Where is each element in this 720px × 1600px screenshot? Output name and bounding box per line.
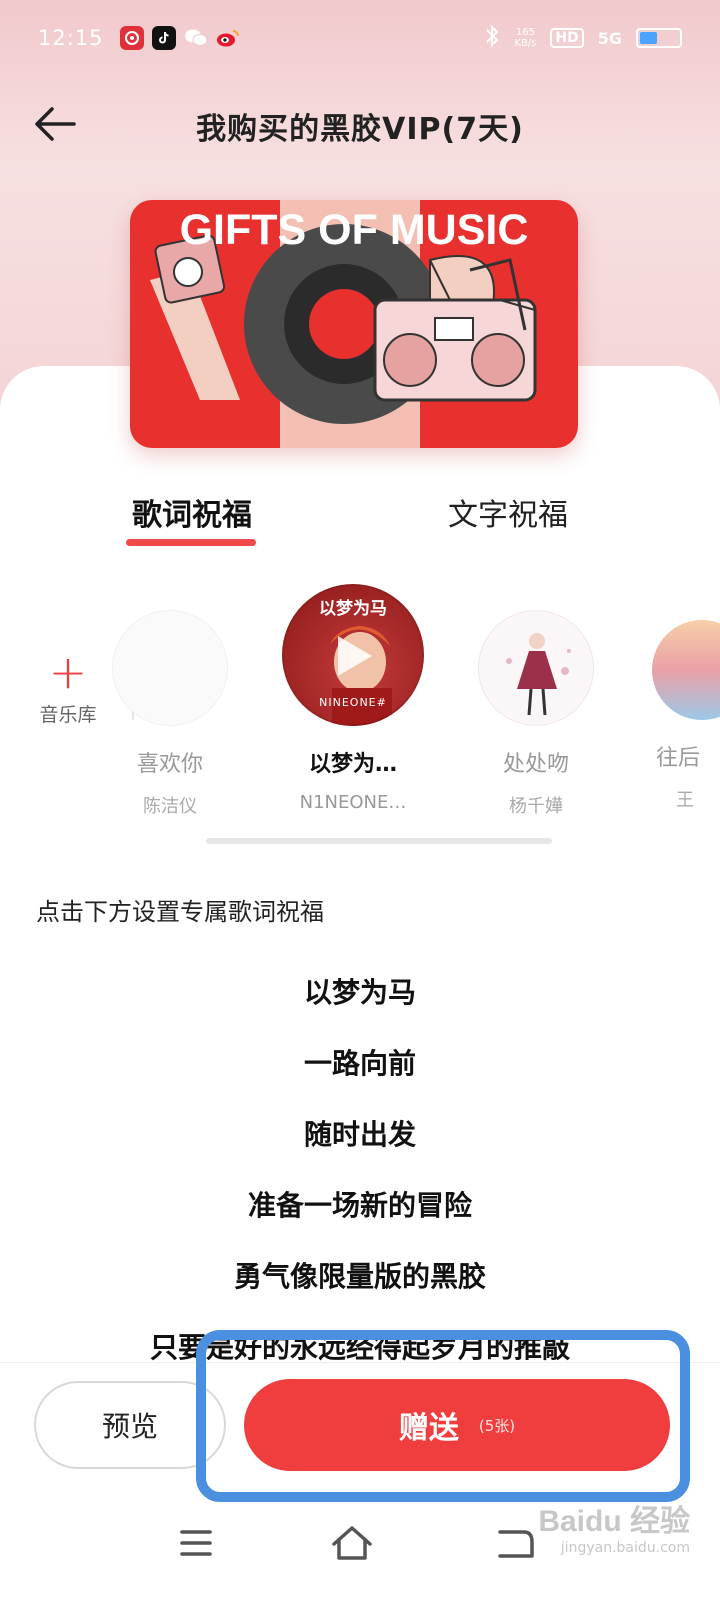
- baidu-watermark: Baidu 经验 jingyan.baidu.com: [538, 1496, 690, 1556]
- lyrics-list[interactable]: 以梦为马 一路向前 随时出发 准备一场新的冒险 勇气像限量版的黑胶 只要是好的永…: [0, 970, 720, 1362]
- lyric-line[interactable]: 准备一场新的冒险: [0, 1183, 720, 1254]
- song-carousel[interactable]: + 音乐库 喜欢你 陈洁仪 以梦为马 NINEONE# 以梦为… N1NEONE…: [0, 580, 720, 820]
- cover-title-text: 以梦为马: [319, 599, 387, 619]
- menu-icon: [180, 1530, 212, 1556]
- lyric-line[interactable]: 随时出发: [0, 1112, 720, 1183]
- tab-text-blessing[interactable]: 文字祝福: [448, 490, 568, 534]
- song-item-selected[interactable]: 以梦为马 NINEONE# 以梦为… N1NEONE…: [270, 584, 436, 813]
- preview-button-label: 预览: [101, 1410, 158, 1443]
- network-speed-value: 165: [515, 27, 535, 38]
- song-title: 以梦为…: [308, 752, 397, 777]
- song-title: 处处吻: [502, 752, 569, 777]
- home-icon: [332, 1526, 372, 1560]
- watermark-sub: jingyan.baidu.com: [560, 1540, 690, 1556]
- home-nav-button[interactable]: [322, 1518, 382, 1568]
- song-item[interactable]: 处处吻 杨千嬅: [478, 610, 594, 818]
- tab-active-indicator: [126, 539, 256, 546]
- menu-nav-button[interactable]: [166, 1518, 226, 1568]
- song-item[interactable]: 往后 王: [652, 620, 720, 812]
- return-icon: [498, 1530, 534, 1558]
- action-bar: 预览 赠送 (5张): [0, 1362, 720, 1492]
- song-cover: [478, 610, 594, 726]
- cover-artist-text: NINEONE#: [319, 696, 387, 709]
- status-time: 12:15: [38, 26, 104, 50]
- watermark-main: Baidu 经验: [538, 1505, 690, 1538]
- preview-button[interactable]: 预览: [34, 1381, 226, 1469]
- gift-button[interactable]: 赠送 (5张): [244, 1379, 670, 1471]
- hd-badge: HD: [550, 28, 584, 48]
- plus-icon: +: [48, 645, 88, 699]
- gift-banner: GIFTS OF MUSIC: [130, 200, 578, 448]
- network-speed: 165 KB/s: [514, 27, 536, 49]
- tab-text-blessing-label: 文字祝福: [448, 498, 568, 533]
- status-right: 165 KB/s HD 5G: [484, 24, 682, 53]
- music-library-button[interactable]: + 音乐库: [30, 645, 106, 727]
- song-title: 喜欢你: [136, 752, 203, 777]
- song-cover: [112, 610, 228, 726]
- carousel-scrollbar[interactable]: [206, 838, 552, 844]
- header: 我购买的黑胶VIP(7天): [0, 90, 720, 160]
- tab-bar: 歌词祝福 文字祝福: [0, 490, 720, 550]
- wechat-icon: [184, 26, 208, 50]
- song-title: 往后: [656, 746, 701, 771]
- lyric-line[interactable]: 只要是好的永远经得起岁月的推敲: [0, 1325, 720, 1362]
- song-artist: 杨千嬅: [509, 796, 563, 817]
- lyrics-hint: 点击下方设置专属歌词祝福: [36, 898, 324, 926]
- weibo-icon: [216, 26, 240, 50]
- music-library-label: 音乐库: [39, 704, 97, 726]
- netease-music-icon: [119, 26, 144, 50]
- page-title: 我购买的黑胶VIP(7天): [196, 112, 524, 147]
- play-icon[interactable]: [332, 632, 376, 684]
- tab-lyrics-blessing[interactable]: 歌词祝福: [126, 490, 256, 546]
- bluetooth-icon: [484, 24, 500, 53]
- status-bar: 12:15 165 KB/s HD 5G: [0, 0, 720, 76]
- song-artist: N1NEONE…: [299, 792, 407, 813]
- battery-icon: [636, 28, 682, 48]
- gift-button-label: 赠送: [398, 1411, 459, 1446]
- song-item[interactable]: 喜欢你 陈洁仪: [112, 610, 228, 818]
- song-cover: [652, 620, 720, 720]
- back-nav-button[interactable]: [484, 1518, 544, 1568]
- tiktok-icon: [151, 26, 176, 50]
- tab-lyrics-blessing-label: 歌词祝福: [132, 498, 252, 533]
- cover-artwork: [506, 633, 571, 716]
- banner-title: GIFTS OF MUSIC: [179, 206, 529, 254]
- song-cover: 以梦为马 NINEONE#: [282, 584, 424, 726]
- song-artist: 陈洁仪: [143, 796, 197, 817]
- gift-count: (5张): [478, 1416, 516, 1435]
- lyric-line[interactable]: 以梦为马: [0, 970, 720, 1041]
- network-speed-unit: KB/s: [514, 38, 537, 49]
- signal-label: 5G: [597, 28, 622, 48]
- song-artist: 王: [676, 790, 694, 811]
- lyric-line[interactable]: 一路向前: [0, 1041, 720, 1112]
- lyric-line[interactable]: 勇气像限量版的黑胶: [0, 1254, 720, 1325]
